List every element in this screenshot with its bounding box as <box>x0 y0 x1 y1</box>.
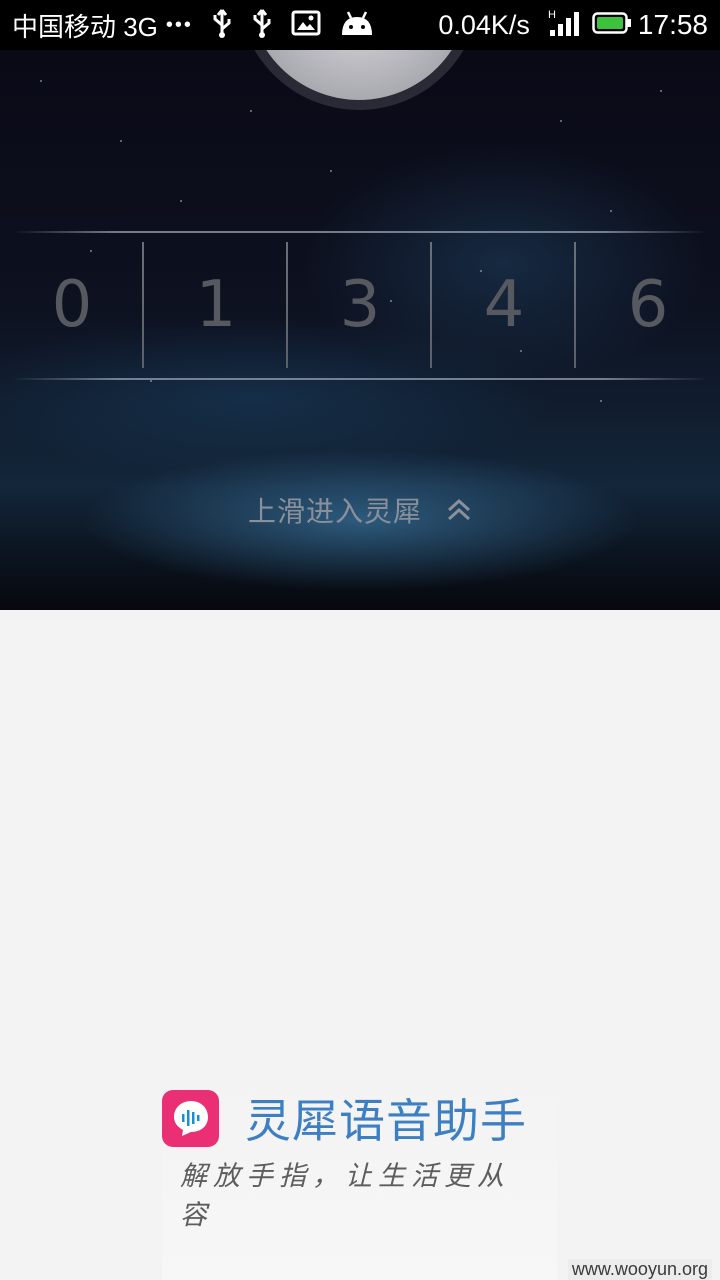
usb-icon <box>211 8 233 43</box>
digit-key[interactable]: 4 <box>432 238 576 372</box>
digit-label: 0 <box>51 268 93 342</box>
moon-decoration <box>248 50 470 100</box>
keypad-bottom-line <box>12 378 708 380</box>
brand-slogan: 解放手指，让生活更从容 <box>180 1161 510 1231</box>
digit-label: 4 <box>483 268 525 342</box>
digit-label: 1 <box>195 268 237 342</box>
chevron-up-icon <box>446 497 472 530</box>
digit-key[interactable]: 6 <box>576 238 720 372</box>
digit-key[interactable]: 3 <box>288 238 432 372</box>
keypad-top-line <box>12 231 708 233</box>
splash-brand: 灵犀语音助手 解放手指，让生活更从容 <box>162 1080 557 1280</box>
watermark: www.wooyun.org <box>567 1259 712 1280</box>
clock: 17:58 <box>637 9 708 40</box>
usb-icon <box>251 8 273 43</box>
network-type-label: H <box>548 9 556 21</box>
lock-screen[interactable]: 0 1 3 4 6 上滑进入灵犀 <box>0 50 720 610</box>
swipe-up-label: 上滑进入灵犀 <box>248 495 423 528</box>
net-speed: 0.04K/s <box>438 9 530 40</box>
carrier-label: 中国移动 3G <box>12 11 158 42</box>
app-logo-icon <box>162 1089 219 1147</box>
digit-key[interactable]: 1 <box>144 238 288 372</box>
swipe-up-hint[interactable]: 上滑进入灵犀 <box>0 490 720 530</box>
digit-label: 6 <box>627 268 669 342</box>
unlock-digit-row[interactable]: 0 1 3 4 6 <box>0 238 720 372</box>
status-right: 0.04K/s H 17:58 <box>438 8 708 43</box>
brand-row: 灵犀语音助手 <box>162 1085 527 1151</box>
status-bar: 中国移动 3G ••• 0.04K/s H 17:58 <box>0 0 720 50</box>
brand-name: 灵犀语音助手 <box>245 1094 527 1148</box>
battery-icon <box>592 11 632 40</box>
signal-icon: H <box>546 8 582 43</box>
status-left: 中国移动 3G ••• <box>12 7 393 44</box>
android-icon <box>339 9 375 42</box>
more-dots: ••• <box>165 13 193 36</box>
image-icon <box>291 10 321 41</box>
digit-key[interactable]: 0 <box>0 238 144 372</box>
digit-label: 3 <box>339 268 381 342</box>
